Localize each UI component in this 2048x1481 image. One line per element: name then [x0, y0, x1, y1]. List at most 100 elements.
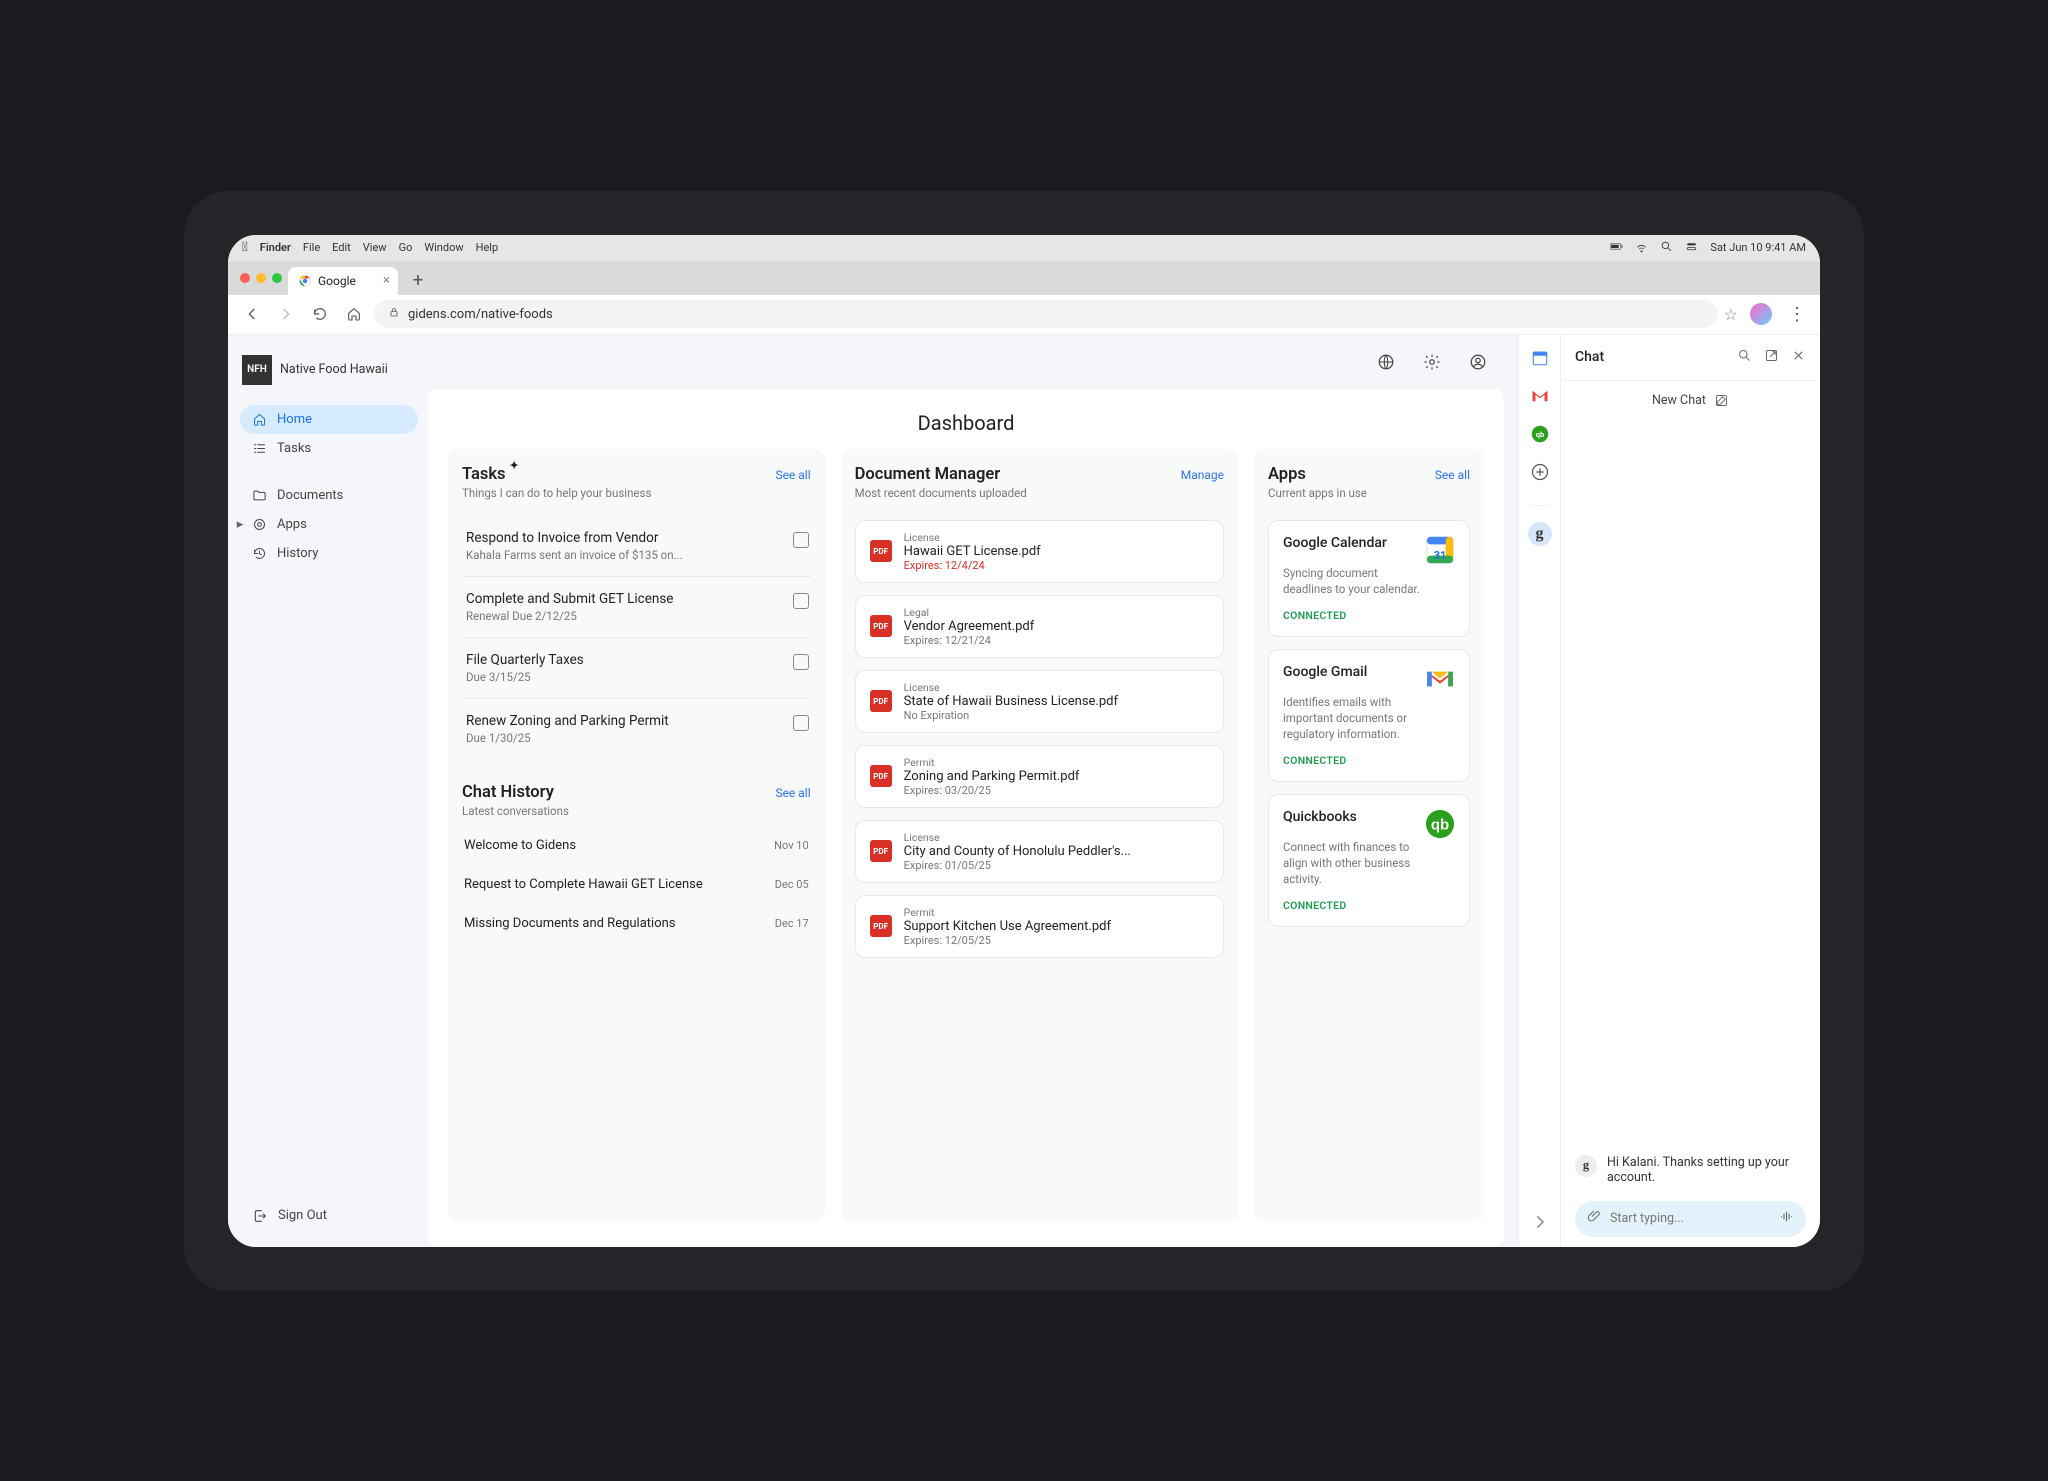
pdf-icon: PDF — [870, 540, 892, 562]
nav-documents[interactable]: Documents — [240, 481, 418, 510]
rail-gidens-icon[interactable]: g — [1528, 522, 1552, 546]
app-card[interactable]: Google Gmail Identifies emails with impo… — [1268, 649, 1470, 782]
new-chat-button[interactable]: New Chat — [1561, 381, 1820, 420]
menubar-window[interactable]: Window — [424, 241, 463, 254]
menubar-go[interactable]: Go — [399, 241, 413, 254]
globe-button[interactable] — [1372, 348, 1400, 376]
profile-avatar[interactable] — [1750, 303, 1772, 325]
settings-button[interactable] — [1418, 348, 1446, 376]
account-button[interactable] — [1464, 348, 1492, 376]
chat-search-button[interactable] — [1737, 348, 1752, 367]
reload-button[interactable] — [306, 300, 334, 328]
task-item[interactable]: Respond to Invoice from VendorKahala Far… — [462, 516, 811, 577]
close-window-button[interactable] — [240, 273, 250, 283]
app-status: CONNECTED — [1283, 609, 1455, 622]
pdf-icon: PDF — [870, 690, 892, 712]
chat-history-item[interactable]: Welcome to GidensNov 10 — [462, 826, 811, 865]
apps-see-all[interactable]: See all — [1435, 468, 1470, 482]
spotlight-icon[interactable] — [1660, 240, 1673, 256]
nav-apps[interactable]: ▸ Apps — [240, 510, 418, 539]
app-card[interactable]: Google Calendar 31 Syncing document dead… — [1268, 520, 1470, 637]
attachment-icon[interactable] — [1587, 1209, 1602, 1228]
task-item[interactable]: Renew Zoning and Parking PermitDue 1/30/… — [462, 699, 811, 759]
task-checkbox[interactable] — [793, 532, 809, 548]
screen:  Finder File Edit View Go Window Help — [228, 235, 1820, 1247]
chat-history-item-date: Dec 17 — [775, 917, 809, 930]
chat-popout-button[interactable] — [1764, 348, 1779, 367]
chat-history-item[interactable]: Missing Documents and RegulationsDec 17 — [462, 904, 811, 943]
chat-history-see-all[interactable]: See all — [775, 786, 810, 800]
documents-manage[interactable]: Manage — [1181, 468, 1224, 482]
google-calendar-icon: 31 — [1425, 535, 1455, 565]
menubar-app-name[interactable]: Finder — [260, 241, 291, 254]
back-button[interactable] — [238, 300, 266, 328]
control-center-icon[interactable] — [1685, 240, 1698, 256]
browser-menu-button[interactable]: ⋮ — [1784, 304, 1810, 325]
chat-close-button[interactable] — [1791, 348, 1806, 367]
nav-tasks[interactable]: Tasks — [240, 434, 418, 463]
browser-tab[interactable]: Google × — [288, 267, 398, 295]
document-card[interactable]: PDF PermitZoning and Parking Permit.pdfE… — [855, 745, 1224, 808]
pdf-icon: PDF — [870, 765, 892, 787]
app-status: CONNECTED — [1283, 899, 1455, 912]
rail-calendar[interactable] — [1529, 347, 1551, 369]
pdf-icon: PDF — [870, 615, 892, 637]
nav-home[interactable]: Home — [240, 405, 418, 434]
voice-input-icon[interactable] — [1779, 1209, 1794, 1228]
menubar-clock[interactable]: Sat Jun 10 9:41 AM — [1710, 241, 1806, 254]
address-bar[interactable]: gidens.com/native-foods — [374, 300, 1718, 328]
rail-quickbooks[interactable]: qb — [1529, 423, 1551, 445]
task-checkbox[interactable] — [793, 593, 809, 609]
chat-history-item-title: Welcome to Gidens — [464, 838, 576, 853]
task-checkbox[interactable] — [793, 715, 809, 731]
rail-separator — [1530, 505, 1550, 506]
apps-header: Apps Current apps in use See all — [1268, 465, 1470, 500]
task-checkbox[interactable] — [793, 654, 809, 670]
document-name: City and County of Honolulu Peddler's... — [904, 844, 1131, 859]
nav-history[interactable]: History — [240, 539, 418, 568]
menubar-file[interactable]: File — [303, 241, 320, 254]
app-card[interactable]: Quickbooks qb Connect with finances to a… — [1268, 794, 1470, 927]
app-description: Connect with finances to align with othe… — [1283, 839, 1423, 887]
document-card[interactable]: PDF PermitSupport Kitchen Use Agreement.… — [855, 895, 1224, 958]
forward-button[interactable] — [272, 300, 300, 328]
nav-tasks-label: Tasks — [277, 441, 311, 456]
task-subtitle: Due 1/30/25 — [466, 731, 669, 745]
task-item[interactable]: File Quarterly TaxesDue 3/15/25 — [462, 638, 811, 699]
document-expiry: Expires: 12/21/24 — [904, 634, 1035, 647]
signout-button[interactable]: Sign Out — [240, 1201, 418, 1231]
chat-input[interactable]: Start typing... — [1575, 1201, 1806, 1237]
document-card[interactable]: PDF LicenseCity and County of Honolulu P… — [855, 820, 1224, 883]
task-title: File Quarterly Taxes — [466, 652, 584, 668]
task-title: Complete and Submit GET License — [466, 591, 673, 607]
menubar-edit[interactable]: Edit — [332, 241, 351, 254]
rail-add-app[interactable] — [1529, 461, 1551, 483]
new-tab-button[interactable]: + — [404, 267, 432, 295]
document-card[interactable]: PDF LicenseState of Hawaii Business Lice… — [855, 670, 1224, 733]
quickbooks-icon: qb — [1425, 809, 1455, 839]
task-item[interactable]: Complete and Submit GET LicenseRenewal D… — [462, 577, 811, 638]
menubar-left:  Finder File Edit View Go Window Help — [242, 240, 498, 255]
tasks-header: Tasks✦ Things I can do to help your busi… — [462, 465, 811, 500]
tasks-see-all[interactable]: See all — [775, 468, 810, 482]
minimize-window-button[interactable] — [256, 273, 266, 283]
fullscreen-window-button[interactable] — [272, 273, 282, 283]
chat-history-item[interactable]: Request to Complete Hawaii GET LicenseDe… — [462, 865, 811, 904]
bookmark-star-icon[interactable]: ☆ — [1724, 305, 1738, 324]
document-card[interactable]: PDF LicenseHawaii GET License.pdfExpires… — [855, 520, 1224, 583]
brand: NFH Native Food Hawaii — [240, 355, 418, 385]
svg-text:qb: qb — [1431, 817, 1449, 834]
menubar-help[interactable]: Help — [476, 241, 499, 254]
menubar-view[interactable]: View — [363, 241, 387, 254]
tab-close-icon[interactable]: × — [383, 273, 390, 288]
dashboard-card: Dashboard Tasks✦ Things I can do to help… — [428, 389, 1504, 1247]
topbar — [428, 335, 1518, 389]
pdf-icon: PDF — [870, 840, 892, 862]
rail-gmail[interactable] — [1529, 385, 1551, 407]
document-card[interactable]: PDF LegalVendor Agreement.pdfExpires: 12… — [855, 595, 1224, 658]
apple-logo-icon[interactable]:  — [242, 240, 248, 255]
home-button[interactable] — [340, 300, 368, 328]
browser-toolbar: gidens.com/native-foods ☆ ⋮ — [228, 295, 1820, 335]
rail-collapse-button[interactable] — [1529, 1211, 1551, 1233]
wifi-icon — [1635, 240, 1648, 256]
